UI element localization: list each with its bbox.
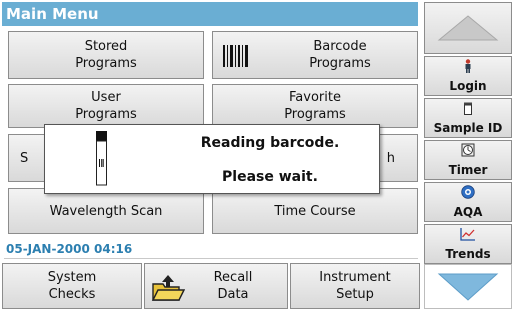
instrument-setup-button[interactable]: Instrument Setup bbox=[290, 263, 420, 309]
dialog-message-line2: Please wait. bbox=[222, 169, 318, 185]
trends-label: Trends bbox=[445, 247, 491, 261]
divider bbox=[4, 258, 418, 259]
page-title: Main Menu bbox=[2, 2, 418, 26]
login-label: Login bbox=[449, 79, 487, 93]
favorite-programs-button[interactable]: Favorite Programs bbox=[212, 84, 418, 128]
single-wavelength-label: S bbox=[20, 150, 29, 166]
stored-programs-button[interactable]: Stored Programs bbox=[8, 31, 204, 79]
timer-label: Timer bbox=[448, 163, 488, 177]
favorite-programs-label: Favorite Programs bbox=[284, 90, 346, 122]
sample-id-button[interactable]: Sample ID bbox=[424, 98, 512, 138]
side-toolbar: Login Sample ID Timer AQA Trends bbox=[424, 2, 512, 309]
recall-data-button[interactable]: Recall Data bbox=[144, 263, 288, 309]
wavelength-scan-button[interactable]: Wavelength Scan bbox=[8, 188, 204, 234]
stored-programs-label: Stored Programs bbox=[75, 39, 137, 71]
time-course-button[interactable]: Time Course bbox=[212, 188, 418, 234]
sample-id-label: Sample ID bbox=[433, 120, 503, 135]
login-button[interactable]: Login bbox=[424, 56, 512, 96]
sample-cell-icon bbox=[95, 131, 109, 191]
person-icon bbox=[463, 59, 473, 77]
system-checks-label: System Checks bbox=[47, 270, 97, 302]
aqa-button[interactable]: AQA bbox=[424, 182, 512, 222]
user-programs-label: User Programs bbox=[75, 90, 137, 122]
user-programs-button[interactable]: User Programs bbox=[8, 84, 204, 128]
scroll-down-button[interactable] bbox=[424, 264, 512, 309]
reading-barcode-dialog: Reading barcode. Please wait. bbox=[44, 124, 380, 194]
instrument-screen: Main Menu Stored Programs Barcode Progra… bbox=[0, 0, 514, 311]
triangle-up-icon bbox=[437, 15, 499, 41]
barcode-programs-button[interactable]: Barcode Programs bbox=[212, 31, 418, 79]
folder-upload-icon bbox=[151, 274, 186, 307]
system-checks-button[interactable]: System Checks bbox=[2, 263, 142, 309]
trend-chart-icon bbox=[460, 227, 476, 245]
triangle-down-icon bbox=[437, 273, 499, 301]
dialog-message-line1: Reading barcode. bbox=[200, 135, 340, 151]
barcode-icon bbox=[223, 45, 249, 72]
vial-icon bbox=[463, 102, 473, 119]
multi-wavelength-label: h bbox=[386, 150, 395, 166]
recall-data-label: Recall Data bbox=[213, 270, 253, 302]
wavelength-scan-label: Wavelength Scan bbox=[49, 203, 163, 219]
aqa-label: AQA bbox=[453, 205, 483, 219]
aqa-icon bbox=[461, 185, 475, 203]
datetime-display: 05-JAN-2000 04:16 bbox=[6, 242, 133, 256]
scroll-up-button[interactable] bbox=[424, 2, 512, 54]
timer-button[interactable]: Timer bbox=[424, 140, 512, 180]
timer-icon bbox=[461, 143, 475, 161]
time-course-label: Time Course bbox=[274, 203, 356, 219]
barcode-programs-label: Barcode Programs bbox=[309, 39, 371, 71]
instrument-setup-label: Instrument Setup bbox=[319, 270, 391, 302]
trends-button[interactable]: Trends bbox=[424, 224, 512, 264]
